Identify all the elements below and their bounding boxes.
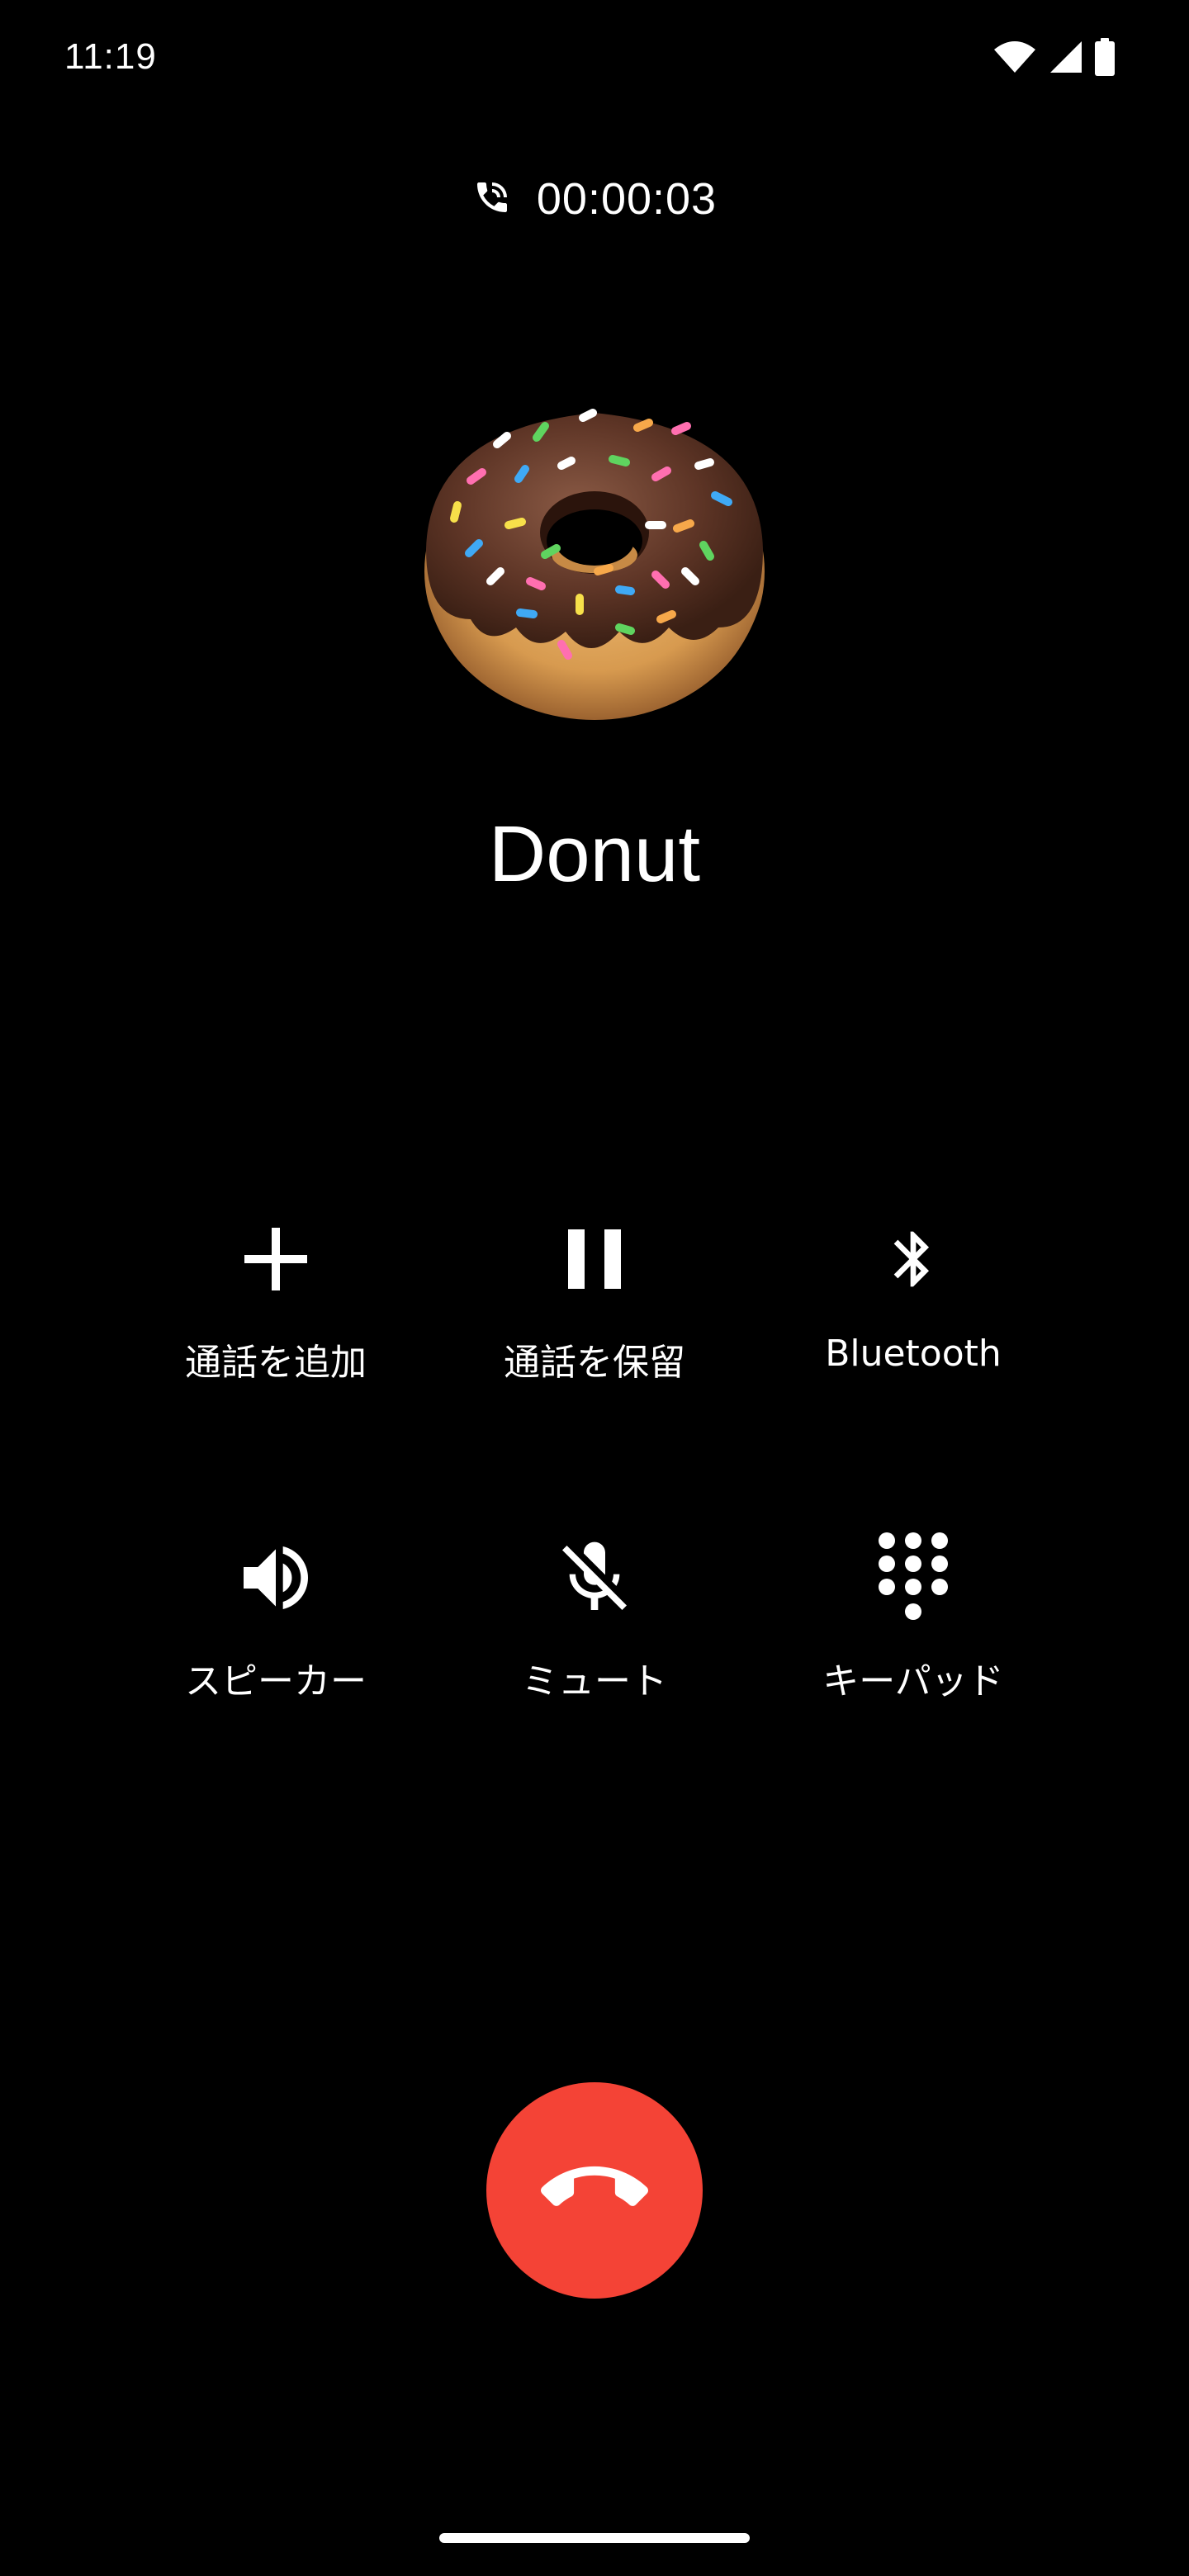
speaker-label: スピーカー	[185, 1660, 367, 1702]
mute-button[interactable]: ミュート	[462, 1532, 727, 1731]
status-bar: 11:19	[0, 0, 1189, 124]
contact-avatar	[421, 380, 768, 727]
dialpad-icon	[868, 1532, 959, 1623]
home-indicator[interactable]	[439, 2533, 750, 2543]
cellular-signal-icon	[1049, 40, 1083, 78]
pause-icon	[549, 1214, 640, 1305]
wifi-icon	[992, 40, 1037, 78]
mute-label: ミュート	[522, 1660, 667, 1702]
bluetooth-icon	[868, 1214, 959, 1305]
call-duration: 00:00:03	[536, 174, 718, 224]
mic-off-icon	[549, 1532, 640, 1623]
volume-icon	[230, 1532, 321, 1623]
keypad-button[interactable]: キーパッド	[781, 1532, 1045, 1731]
keypad-label: キーパッド	[822, 1660, 1004, 1702]
bluetooth-button[interactable]: Bluetooth	[781, 1214, 1045, 1412]
phone-in-talk-icon	[472, 178, 512, 221]
plus-icon	[230, 1214, 321, 1305]
contact-name: Donut	[488, 810, 701, 898]
hold-call-button[interactable]: 通話を保留	[462, 1214, 727, 1412]
add-call-button[interactable]: 通話を追加	[144, 1214, 408, 1412]
battery-icon	[1095, 37, 1115, 80]
status-icons	[992, 37, 1115, 80]
add-call-label: 通話を追加	[185, 1342, 367, 1384]
bluetooth-label: Bluetooth	[825, 1333, 1002, 1375]
call-end-icon	[540, 2135, 648, 2247]
end-call-button[interactable]	[486, 2082, 703, 2299]
status-time: 11:19	[64, 36, 157, 77]
speaker-button[interactable]: スピーカー	[144, 1532, 408, 1731]
hold-call-label: 通話を保留	[504, 1342, 685, 1384]
call-timer: 00:00:03	[0, 173, 1189, 225]
